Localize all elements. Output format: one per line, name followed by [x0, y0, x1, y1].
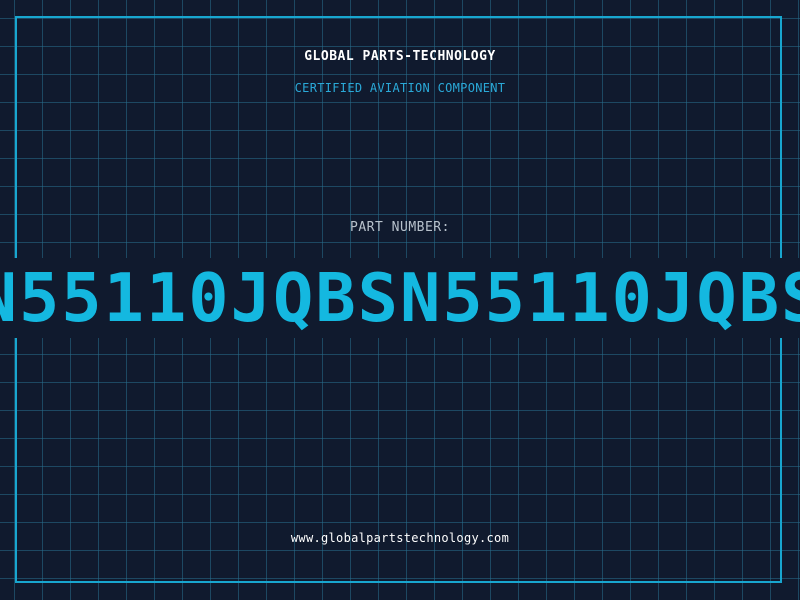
part-number-label: PART NUMBER: [350, 220, 450, 235]
part-number-band: SN55110JQBSN55110JQBSN [0, 258, 800, 338]
company-name: GLOBAL PARTS-TECHNOLOGY [304, 49, 496, 64]
part-number-value: SN55110JQBSN55110JQBSN [0, 259, 800, 337]
certification-subtitle: CERTIFIED AVIATION COMPONENT [294, 81, 506, 95]
website-url: www.globalpartstechnology.com [290, 531, 510, 545]
